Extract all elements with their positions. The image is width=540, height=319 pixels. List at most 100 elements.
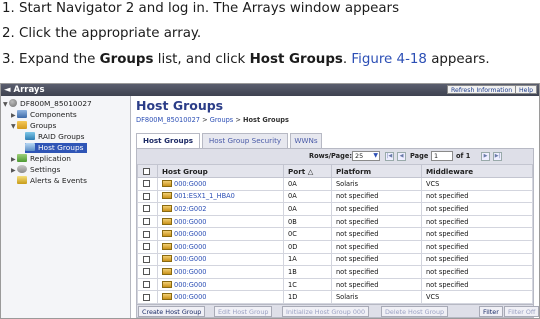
host-group-cell[interactable]: 000:G000 — [157, 252, 284, 267]
host-group-icon — [162, 230, 172, 238]
table-row[interactable]: 000:G000 1A not specified not specified — [137, 252, 533, 267]
delete-host-group-button[interactable]: Delete Host Group — [381, 306, 449, 317]
host-group-cell[interactable]: 000:G000 — [157, 265, 284, 279]
host-group-link[interactable]: 000:G000 — [174, 255, 207, 263]
step-3-text-g: appears. — [426, 52, 490, 67]
filter-off-button[interactable]: Filter Off — [504, 306, 539, 317]
create-host-group-button[interactable]: Create Host Group — [138, 306, 206, 317]
tree-node-alerts[interactable]: Alerts & Events — [17, 176, 87, 186]
previous-page-icon[interactable]: ◀ — [397, 152, 406, 161]
tree-node-replication[interactable]: ▶ Replication — [11, 154, 71, 164]
tab-wwns[interactable]: WWNs — [290, 133, 322, 148]
breadcrumb-groups[interactable]: Groups — [210, 116, 234, 124]
tree-node-components[interactable]: ▶ Components — [11, 110, 77, 120]
alerts-icon — [17, 176, 27, 184]
select-all-checkbox[interactable] — [143, 168, 150, 175]
tree-label-components: Components — [30, 110, 77, 119]
chevron-down-icon: ▼ — [373, 152, 378, 159]
row-checkbox[interactable] — [143, 230, 150, 238]
host-group-link[interactable]: 000:G000 — [174, 268, 207, 276]
host-group-link[interactable]: 001:ESX1_1_HBA0 — [174, 192, 235, 200]
host-group-link[interactable]: 000:G000 — [174, 243, 207, 251]
row-checkbox[interactable] — [143, 243, 150, 251]
filter-button[interactable]: Filter — [479, 306, 503, 317]
table-row[interactable]: 000:G000 1D Solaris VCS — [137, 290, 533, 304]
host-group-cell[interactable]: 000:G000 — [157, 239, 284, 254]
platform-cell: not specified — [331, 202, 422, 216]
refresh-information-button[interactable]: Refresh Information — [447, 85, 517, 94]
host-group-link[interactable]: 000:G000 — [174, 180, 207, 188]
main-content: Host Groups DF800M_85010027 > Groups > H… — [132, 96, 539, 318]
page-number-input[interactable]: 1 — [431, 151, 453, 161]
row-checkbox[interactable] — [143, 180, 150, 188]
table-row[interactable]: 000:G000 1C not specified not specified — [137, 277, 533, 292]
row-select-cell — [137, 227, 158, 241]
table-row[interactable]: 001:ESX1_1_HBA0 0A not specified not specif… — [137, 189, 533, 204]
host-group-link[interactable]: 000:G000 — [174, 281, 207, 289]
host-group-icon — [162, 242, 172, 250]
help-button[interactable]: Help — [515, 85, 538, 94]
port-cell: 1C — [283, 277, 332, 292]
column-middleware[interactable]: Middleware — [421, 164, 533, 178]
edit-host-group-button[interactable]: Edit Host Group — [214, 306, 273, 317]
column-port-label: Port — [288, 166, 306, 176]
host-group-link[interactable]: 002:G002 — [174, 205, 207, 213]
host-group-link[interactable]: 000:G000 — [174, 293, 207, 301]
row-checkbox[interactable] — [143, 218, 150, 226]
window-title[interactable]: ◄ Arrays — [4, 85, 45, 95]
row-checkbox[interactable] — [143, 293, 150, 301]
row-checkbox[interactable] — [143, 205, 150, 213]
tree-node-host-groups[interactable]: Host Groups — [25, 143, 87, 153]
table-row[interactable]: 000:G000 0B not specified not specified — [137, 214, 533, 229]
step-3: 3. Expand the Groups list, and click Hos… — [2, 51, 490, 68]
title-bar: ◄ Arrays Refresh Information Help — [1, 84, 539, 96]
host-group-cell[interactable]: 001:ESX1_1_HBA0 — [157, 189, 284, 204]
tree-node-settings[interactable]: ▶ Settings — [11, 165, 60, 175]
host-group-cell[interactable]: 000:G000 — [157, 177, 284, 191]
host-group-icon — [162, 204, 172, 212]
host-group-cell[interactable]: 000:G000 — [157, 277, 284, 292]
components-icon — [17, 110, 27, 118]
host-group-cell[interactable]: 000:G000 — [157, 227, 284, 241]
step-3-host-groups: Host Groups — [249, 52, 343, 67]
tree-node-array[interactable]: ▼ DF800M_85010027 — [3, 99, 92, 109]
initialize-host-group-button[interactable]: Initialize Host Group 000 — [282, 306, 370, 317]
table-row[interactable]: 002:G002 0A not specified not specified — [137, 202, 533, 216]
port-cell: 0A — [283, 189, 332, 204]
figure-link[interactable]: Figure 4-18 — [351, 52, 427, 67]
host-group-link[interactable]: 000:G000 — [174, 218, 207, 226]
column-platform[interactable]: Platform — [331, 164, 422, 178]
table-row[interactable]: 000:G000 0C not specified not specified — [137, 227, 533, 241]
host-group-link[interactable]: 000:G000 — [174, 230, 207, 238]
settings-icon — [17, 165, 27, 173]
platform-cell: Solaris — [331, 290, 422, 304]
host-group-cell[interactable]: 002:G002 — [157, 202, 284, 216]
next-page-icon[interactable]: ▶ — [481, 152, 490, 161]
last-page-icon[interactable]: ▶| — [493, 152, 502, 161]
step-1: 1. Start Navigator 2 and log in. The Arr… — [2, 1, 400, 16]
host-group-cell[interactable]: 000:G000 — [157, 214, 284, 229]
tree-node-groups[interactable]: ▼ Groups — [11, 121, 56, 131]
middleware-cell: not specified — [421, 252, 533, 267]
rows-per-page-select[interactable]: 25 ▼ — [352, 151, 380, 161]
tree-label-host-groups: Host Groups — [38, 143, 84, 152]
column-port[interactable]: Port △ — [283, 164, 332, 178]
host-group-cell[interactable]: 000:G000 — [157, 290, 284, 304]
tab-host-groups[interactable]: Host Groups — [136, 133, 200, 149]
platform-cell: not specified — [331, 214, 422, 229]
pager: Rows/Page: 25 ▼ |◀ ◀ Page 1 of 1 ▶ ▶| — [137, 149, 533, 164]
first-page-icon[interactable]: |◀ — [385, 152, 394, 161]
platform-cell: Solaris — [331, 177, 422, 191]
port-cell: 0C — [283, 227, 332, 241]
table-row[interactable]: 000:G000 1B not specified not specified — [137, 265, 533, 279]
tab-host-group-security[interactable]: Host Group Security — [202, 133, 288, 148]
table-row[interactable]: 000:G000 0D not specified not specified — [137, 239, 533, 254]
row-checkbox[interactable] — [143, 255, 150, 263]
breadcrumb-array[interactable]: DF800M_85010027 — [136, 116, 200, 124]
tree-node-raid-groups[interactable]: RAID Groups — [25, 132, 84, 142]
table-row[interactable]: 000:G000 0A Solaris VCS — [137, 177, 533, 191]
column-host-group[interactable]: Host Group — [157, 164, 284, 178]
row-checkbox[interactable] — [143, 268, 150, 276]
row-checkbox[interactable] — [143, 192, 150, 200]
row-checkbox[interactable] — [143, 281, 150, 289]
